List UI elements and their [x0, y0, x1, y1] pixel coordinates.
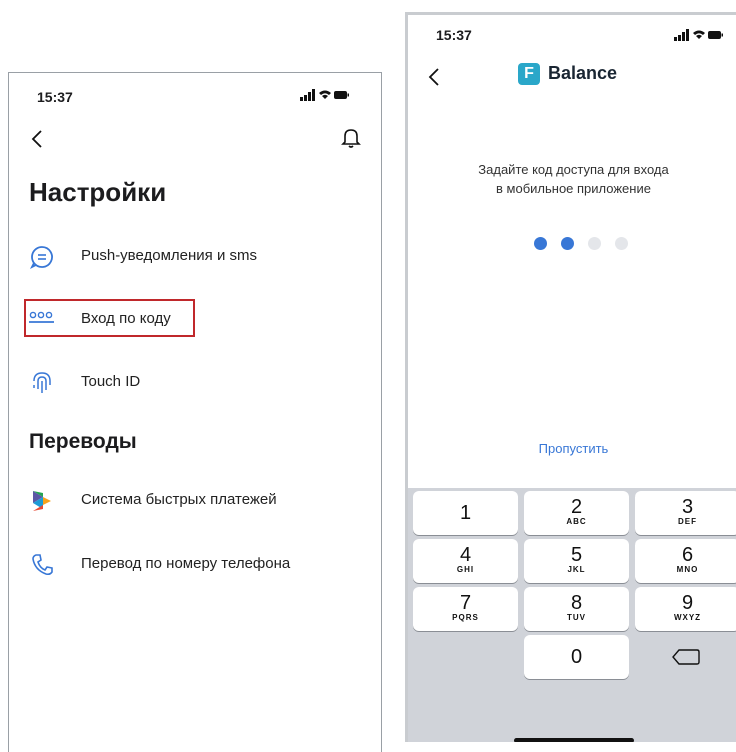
- key-6[interactable]: 6 MNO: [635, 539, 736, 583]
- prompt-line: Задайте код доступа для входа: [478, 162, 669, 177]
- passcode-dot-empty: [615, 237, 628, 250]
- home-indicator: [514, 738, 634, 742]
- key-letters: JKL: [567, 565, 586, 574]
- passcode-icon: [28, 310, 56, 326]
- key-3[interactable]: 3 DEF: [635, 491, 736, 535]
- key-letters: PQRS: [452, 613, 479, 622]
- key-digit: 1: [459, 502, 472, 524]
- numeric-keypad: 1 2 ABC 3 DEF 4 GHI 5 JKL 6 MNO 7 PQRS 8 TUV 9 WXYZ 0: [408, 488, 736, 742]
- key-4[interactable]: 4 GHI: [413, 539, 518, 583]
- key-digit: 5: [570, 544, 583, 566]
- section-title: Переводы: [29, 430, 137, 453]
- page-title: Настройки: [29, 177, 167, 207]
- status-icons: [674, 28, 724, 47]
- key-letters: TUV: [567, 613, 586, 622]
- key-digit: 8: [570, 592, 583, 614]
- skip-label: Пропустить: [538, 441, 609, 456]
- menu-item-label: Вход по коду: [81, 310, 171, 327]
- key-letters: MNO: [676, 565, 699, 574]
- brand-name: Balance: [548, 63, 618, 83]
- key-1[interactable]: 1: [413, 491, 518, 535]
- status-time: 15:37: [436, 27, 472, 43]
- status-icons: [300, 88, 350, 107]
- menu-item-label: Система быстрых платежей: [81, 491, 277, 508]
- menu-item-touchid[interactable]: Touch ID: [29, 367, 359, 399]
- passcode-dot-filled: [534, 237, 547, 250]
- key-digit: 3: [681, 496, 694, 518]
- back-button[interactable]: [31, 129, 43, 154]
- passcode-dot-filled: [561, 237, 574, 250]
- passcode-dots: [408, 237, 736, 251]
- sbp-icon: [31, 489, 53, 513]
- menu-item-label: Push-уведомления и sms: [81, 247, 257, 264]
- passcode-dot-empty: [588, 237, 601, 250]
- prompt-line: в мобильное приложение: [496, 181, 651, 196]
- backspace-icon: [672, 649, 700, 665]
- key-digit: 9: [681, 592, 694, 614]
- fingerprint-icon: [30, 369, 54, 395]
- key-letters: GHI: [456, 565, 475, 574]
- chat-icon: [29, 244, 55, 270]
- key-letters: WXYZ: [673, 613, 702, 622]
- key-digit: 2: [570, 496, 583, 518]
- key-digit: 4: [459, 544, 472, 566]
- menu-item-push[interactable]: Push-уведомления и sms: [29, 241, 359, 273]
- passcode-setup-screen: 15:37 F Balance Задайте код доступа для …: [405, 12, 736, 742]
- key-letters: ABC: [566, 517, 587, 526]
- key-2[interactable]: 2 ABC: [524, 491, 629, 535]
- back-button[interactable]: [428, 67, 440, 92]
- status-time: 15:37: [37, 89, 73, 105]
- skip-link[interactable]: Пропустить: [408, 441, 736, 456]
- passcode-prompt: Задайте код доступа для входа в мобильно…: [408, 160, 736, 198]
- menu-item-phone-transfer[interactable]: Перевод по номеру телефона: [29, 549, 369, 581]
- backspace-button[interactable]: [635, 635, 736, 679]
- key-letters: DEF: [678, 517, 697, 526]
- key-8[interactable]: 8 TUV: [524, 587, 629, 631]
- menu-item-passcode[interactable]: Вход по коду: [24, 299, 195, 337]
- settings-screen: 15:37 Настройки Push-уведомления и sms В…: [8, 72, 382, 752]
- key-digit: 6: [681, 544, 694, 566]
- menu-item-label: Перевод по номеру телефона: [81, 555, 291, 572]
- key-5[interactable]: 5 JKL: [524, 539, 629, 583]
- key-9[interactable]: 9 WXYZ: [635, 587, 736, 631]
- key-digit: 0: [570, 646, 583, 668]
- key-digit: 7: [459, 592, 472, 614]
- bell-icon[interactable]: [341, 127, 361, 154]
- key-7[interactable]: 7 PQRS: [413, 587, 518, 631]
- menu-item-sbp[interactable]: Система быстрых платежей: [29, 485, 359, 517]
- key-0[interactable]: 0: [524, 635, 629, 679]
- phone-icon: [31, 553, 53, 577]
- menu-item-label: Touch ID: [81, 373, 141, 390]
- brand-mark-icon: F: [518, 63, 540, 85]
